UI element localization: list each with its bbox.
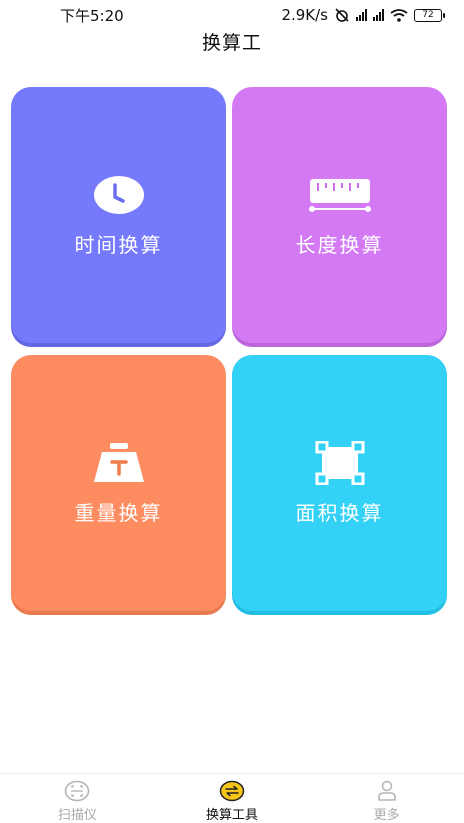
battery-icon: 72 — [414, 8, 445, 22]
weight-icon — [93, 443, 144, 482]
status-icons: 2.9K/s 72 — [281, 6, 445, 24]
convert-icon — [219, 780, 245, 802]
nav-label: 换算工具 — [205, 808, 258, 823]
status-bar: 下午5:20 2.9K/s 72 — [0, 0, 464, 30]
tile-label: 重量换算 — [74, 501, 163, 525]
signal-icon — [356, 9, 367, 21]
tile-length-conversion[interactable]: 长度换算 — [232, 87, 447, 343]
nav-label: 更多 — [373, 808, 400, 823]
tile-label: 时间换算 — [74, 233, 163, 257]
tile-label: 面积换算 — [295, 501, 384, 525]
status-time: 下午5:20 — [60, 6, 124, 25]
nav-item-more[interactable]: 更多 — [327, 774, 447, 823]
alarm-off-icon — [335, 8, 349, 22]
tile-weight-conversion[interactable]: 重量换算 — [11, 355, 226, 611]
area-icon — [315, 441, 364, 485]
scan-icon — [65, 780, 90, 802]
nav-label: 扫描仪 — [57, 808, 97, 823]
signal-icon-2 — [373, 9, 384, 21]
tile-time-conversion[interactable]: 时间换算 — [11, 87, 226, 343]
page-title: 换算工 — [201, 32, 262, 54]
tile-area-conversion[interactable]: 面积换算 — [232, 355, 447, 611]
tile-label: 长度换算 — [295, 233, 384, 257]
wifi-icon — [390, 8, 408, 22]
clock-icon — [93, 176, 144, 214]
bottom-navigation: 扫描仪 换算工具 更多 — [0, 773, 464, 823]
nav-item-converter[interactable]: 换算工具 — [172, 774, 292, 823]
ruler-icon — [308, 179, 371, 212]
network-speed: 2.9K/s — [281, 6, 328, 24]
nav-item-scanner[interactable]: 扫描仪 — [17, 774, 137, 823]
user-icon — [377, 780, 396, 801]
